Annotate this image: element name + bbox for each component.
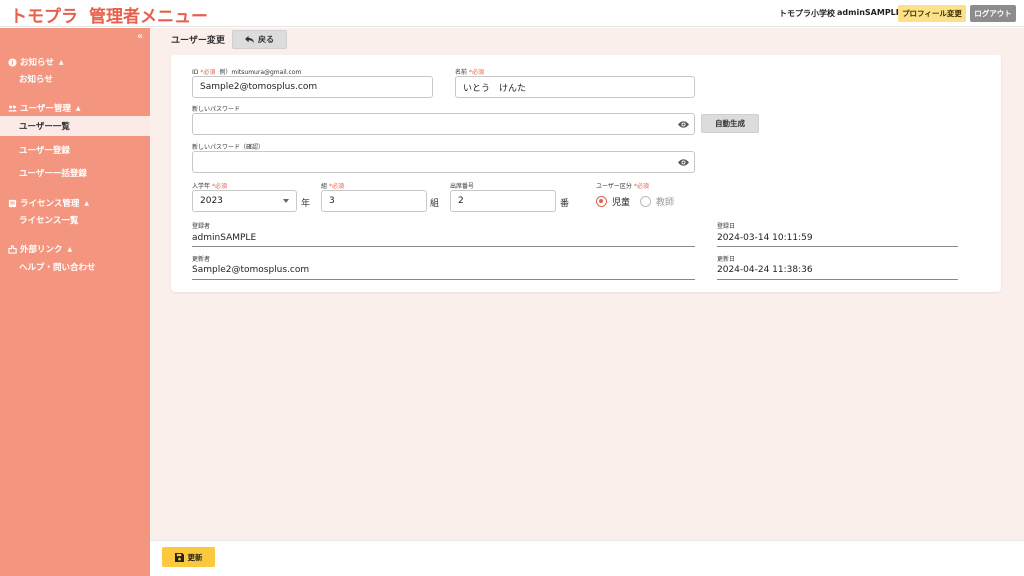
sidebar-item-user-bulk-register[interactable]: ユーザー一括登録 (0, 163, 150, 183)
id-label: ID *必須 例）mitsumura@gmail.com (192, 67, 301, 76)
radio-label: 教師 (656, 198, 675, 208)
show-password-icon[interactable] (678, 119, 689, 130)
enroll-year-select[interactable]: 2023 (192, 190, 297, 212)
user-type-radio-teacher[interactable]: 教師 (640, 195, 674, 208)
new-password-label: 新しいパスワード (192, 106, 241, 113)
class-label: 組 *必須 (321, 181, 344, 190)
divider (717, 246, 958, 247)
sidebar-item-license-list[interactable]: ライセンス一覧 (0, 210, 150, 230)
id-label-text: ID (192, 69, 199, 76)
user-edit-form: ID *必須 例）mitsumura@gmail.com Sample2@tomos… (171, 55, 1001, 292)
seat-number-label: 出席番号 (450, 183, 475, 190)
radio-selected-icon (596, 196, 607, 207)
updated-by-label: 更新者 (192, 256, 211, 263)
updated-at-label: 更新日 (717, 256, 736, 263)
current-user: adminSAMPLE (837, 8, 902, 17)
seat-number-unit: 番 (560, 199, 570, 209)
name-input[interactable]: いとう けんた (455, 76, 695, 98)
caret-up-icon: ▲ (67, 245, 73, 253)
school-name: トモプラ小学校 (779, 9, 835, 18)
back-arrow-icon (245, 35, 254, 44)
radio-label: 児童 (612, 198, 631, 208)
divider (192, 246, 695, 247)
sidebar-item-user-register[interactable]: ユーザー登録 (0, 140, 150, 160)
updated-by-value: Sample2@tomosplus.com (192, 265, 310, 275)
users-icon (8, 105, 17, 111)
new-password-input[interactable] (192, 113, 695, 135)
id-example: 例）mitsumura@gmail.com (219, 69, 302, 76)
user-type-label: ユーザー区分 *必須 (596, 181, 649, 190)
app-header: トモプラ 管理者メニュー トモプラ小学校 adminSAMPLE プロフィール変… (0, 0, 1024, 27)
registered-at-label: 登録日 (717, 223, 736, 230)
registered-by-value: adminSAMPLE (192, 233, 257, 243)
main-content: ユーザー変更 戻る ID *必須 例）mitsumura@gmail.com Sam… (150, 28, 1024, 540)
collapse-sidebar-icon[interactable]: « (137, 31, 143, 42)
nav-section-label: ユーザー管理 (20, 104, 71, 114)
app-title: 管理者メニュー (89, 7, 208, 27)
caret-up-icon: ▲ (84, 199, 89, 207)
dropdown-caret-icon (283, 199, 289, 203)
nav-section-label: お知らせ (20, 58, 54, 68)
nav-section-users[interactable]: ユーザー管理 ▲ (8, 102, 80, 114)
required-mark: *必須 (329, 183, 345, 190)
enroll-year-value: 2023 (200, 196, 223, 206)
brand-logo[interactable]: トモプラ (10, 2, 78, 27)
class-input[interactable]: 3 (321, 190, 427, 212)
page-title: ユーザー変更 (171, 36, 225, 46)
confirm-password-input[interactable] (192, 151, 695, 173)
show-password-icon[interactable] (678, 157, 689, 168)
class-unit: 組 (430, 199, 440, 209)
user-type-label-text: ユーザー区分 (596, 183, 632, 190)
nav-section-label: ライセンス管理 (20, 199, 80, 209)
sidebar-item-notice[interactable]: お知らせ (0, 69, 150, 89)
updated-at-value: 2024-04-24 11:38:36 (717, 265, 813, 275)
back-button[interactable]: 戻る (232, 30, 287, 49)
nav-section-label: 外部リンク (20, 245, 63, 255)
required-mark: *必須 (633, 183, 649, 190)
profile-button[interactable]: プロフィール変更 (898, 5, 966, 22)
save-icon (174, 552, 184, 562)
class-label-text: 組 (321, 183, 328, 190)
back-button-label: 戻る (258, 35, 274, 44)
enroll-year-label-text: 入学年 (192, 183, 211, 190)
enroll-year-label: 入学年 *必須 (192, 181, 227, 190)
divider (192, 279, 695, 280)
required-mark: *必須 (200, 69, 216, 76)
seat-number-input[interactable]: 2 (450, 190, 556, 212)
sidebar: « お知らせ ▲ お知らせ ユーザー管理 ▲ ユーザー一覧 ユーザー登録 ユーザー一… (0, 28, 150, 576)
enroll-year-unit: 年 (301, 199, 311, 209)
info-icon (8, 57, 17, 67)
divider (717, 279, 958, 280)
nav-section-notice[interactable]: お知らせ ▲ (8, 56, 63, 68)
external-link-icon (8, 244, 17, 254)
radio-unselected-icon (640, 196, 651, 207)
name-label-text: 名前 (455, 69, 468, 76)
nav-section-external-links[interactable]: 外部リンク ▲ (8, 243, 72, 255)
sidebar-item-user-list[interactable]: ユーザー一覧 (0, 116, 150, 136)
required-mark: *必須 (469, 69, 485, 76)
update-button[interactable]: 更新 (162, 547, 215, 567)
required-mark: *必須 (212, 183, 228, 190)
caret-up-icon: ▲ (75, 104, 81, 112)
license-icon (8, 199, 17, 207)
logout-button[interactable]: ログアウト (970, 5, 1016, 22)
confirm-password-label: 新しいパスワード（確認） (192, 144, 265, 151)
name-label: 名前 *必須 (455, 67, 484, 76)
caret-up-icon: ▲ (58, 58, 64, 66)
user-type-radio-student[interactable]: 児童 (596, 195, 630, 208)
id-input[interactable]: Sample2@tomosplus.com (192, 76, 433, 98)
update-button-label: 更新 (187, 552, 203, 562)
auto-generate-password-button[interactable]: 自動生成 (701, 114, 759, 133)
registered-at-value: 2024-03-14 10:11:59 (717, 233, 813, 243)
registered-by-label: 登録者 (192, 223, 211, 230)
action-footer: 更新 (150, 540, 1024, 576)
sidebar-item-help-contact[interactable]: ヘルプ・問い合わせ (0, 257, 150, 277)
nav-section-license[interactable]: ライセンス管理 ▲ (8, 197, 89, 209)
